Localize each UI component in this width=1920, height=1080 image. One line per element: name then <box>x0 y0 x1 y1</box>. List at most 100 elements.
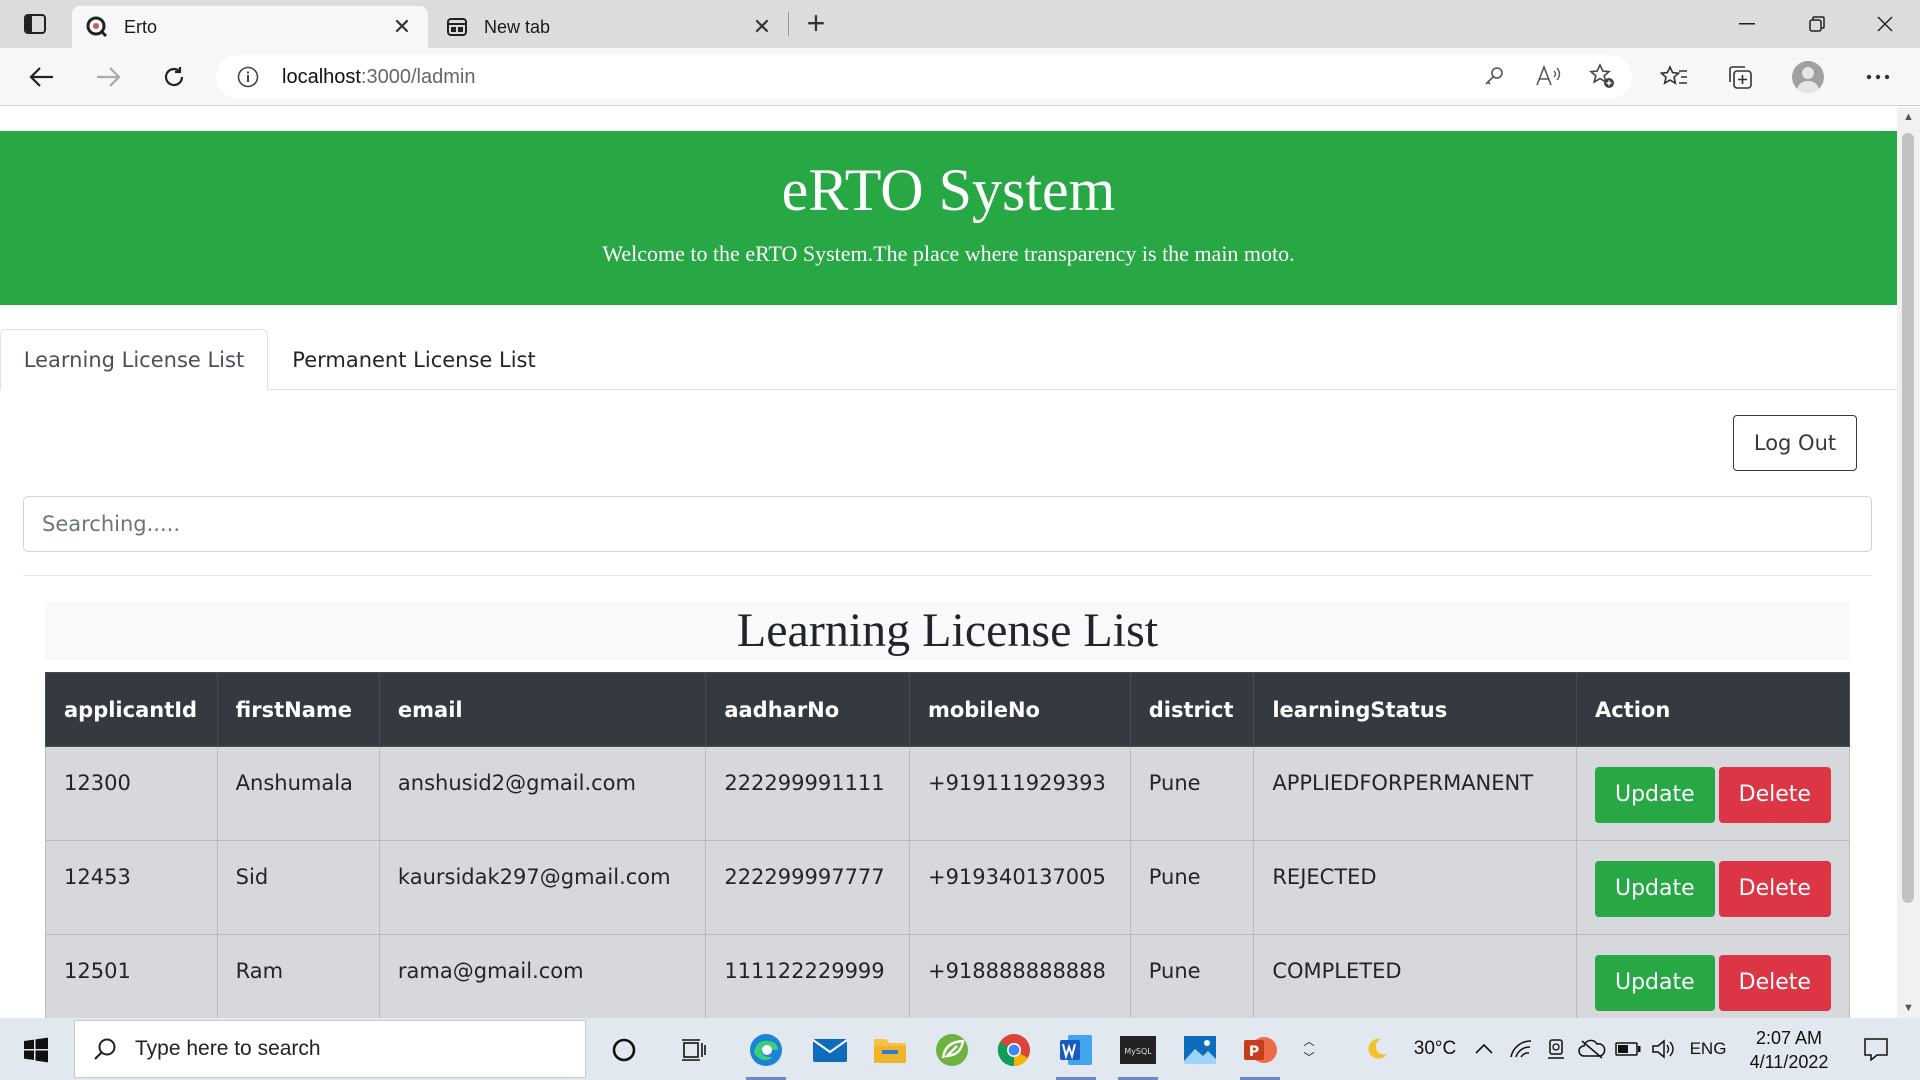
browser-tab-erto[interactable]: Erto ✕ <box>72 6 428 48</box>
cell-email: kaursidak297@gmail.com <box>378 840 707 935</box>
forward-arrow-icon[interactable] <box>88 58 128 96</box>
url-path: :3000/ladmin <box>360 65 476 88</box>
scrollbar-thumb[interactable] <box>1902 133 1914 903</box>
url-host: localhost <box>282 65 361 88</box>
edge-browser-icon[interactable] <box>742 1026 790 1080</box>
browser-toolbar: localhost:3000/ladmin <box>0 48 1920 106</box>
page-subtitle: Welcome to the eRTO System.The place whe… <box>602 241 1295 266</box>
cell-aadharno: 222299991111 <box>705 746 910 841</box>
onedrive-offline-icon[interactable] <box>1578 1032 1606 1066</box>
table-title: Learning License List <box>45 602 1850 660</box>
wifi-icon[interactable] <box>1508 1032 1534 1066</box>
volume-icon[interactable] <box>1650 1032 1676 1066</box>
tab-title: Erto <box>124 16 158 37</box>
cell-district: Pune <box>1129 840 1255 935</box>
close-tab-icon[interactable]: ✕ <box>390 14 414 40</box>
meet-now-icon[interactable] <box>1544 1032 1568 1066</box>
favorites-icon[interactable] <box>1654 58 1694 96</box>
profile-avatar-icon[interactable] <box>1788 58 1828 96</box>
erto-favicon-icon <box>86 16 108 38</box>
cell-action: Update Delete <box>1575 934 1851 1018</box>
language-indicator[interactable]: ENG <box>1684 1032 1732 1066</box>
tab-permanent-license-list[interactable]: Permanent License List <box>268 329 560 390</box>
tab-title: New tab <box>484 16 551 37</box>
cell-learningstatus: APPLIEDFORPERMANENT <box>1253 746 1577 841</box>
cell-email: anshusid2@gmail.com <box>378 746 707 841</box>
column-header-mobileno: mobileNo <box>908 672 1131 747</box>
cell-firstname: Ram <box>216 934 380 1018</box>
task-view-icon[interactable] <box>670 1026 718 1074</box>
word-icon[interactable] <box>1052 1026 1100 1080</box>
taskbar-scroll-arrows-icon[interactable]: ︿ ﹀ <box>1298 1024 1320 1074</box>
collections-icon[interactable] <box>1720 58 1760 96</box>
browser-tab-new-tab[interactable]: New tab ✕ <box>432 6 788 48</box>
battery-icon[interactable] <box>1614 1032 1642 1066</box>
new-tab-page-icon <box>446 16 468 38</box>
taskbar-search-box[interactable]: Type here to search <box>74 1020 586 1078</box>
cell-learningstatus: REJECTED <box>1253 840 1577 935</box>
cell-firstname: Anshumala <box>216 746 380 841</box>
page-scrollbar[interactable]: ▲ ▼ <box>1897 107 1920 1018</box>
page-viewport: eRTO System Welcome to the eRTO System.T… <box>0 107 1897 1018</box>
cell-mobileno: +919111929393 <box>908 746 1131 841</box>
back-arrow-icon[interactable] <box>22 58 62 96</box>
read-aloud-icon[interactable] <box>1530 58 1566 94</box>
site-info-icon[interactable] <box>236 65 260 89</box>
cell-district: Pune <box>1129 934 1255 1018</box>
show-hidden-icons-chevron-icon[interactable] <box>1472 1032 1496 1066</box>
taskbar-search-placeholder: Type here to search <box>135 1037 321 1060</box>
browser-tab-strip: Erto ✕ New tab ✕ + <box>0 0 1920 48</box>
windows-start-icon[interactable] <box>14 1034 58 1066</box>
column-header-email: email <box>378 672 707 747</box>
spring-tool-icon[interactable] <box>928 1026 976 1074</box>
close-tab-icon[interactable]: ✕ <box>750 14 774 40</box>
update-button[interactable]: Update <box>1594 767 1715 823</box>
taskbar-clock[interactable]: 2:07 AM 4/11/2022 <box>1734 1026 1844 1074</box>
column-header-action: Action <box>1575 672 1851 747</box>
key-icon[interactable] <box>1476 58 1512 94</box>
table-row: 12453 Sid kaursidak297@gmail.com 2222999… <box>45 840 1851 935</box>
file-explorer-icon[interactable] <box>866 1026 914 1074</box>
divider <box>23 575 1872 576</box>
search-icon <box>91 1035 119 1063</box>
delete-button[interactable]: Delete <box>1718 767 1831 823</box>
photos-icon[interactable] <box>1176 1026 1224 1074</box>
new-tab-plus-icon[interactable]: + <box>798 6 834 42</box>
tab-actions-icon[interactable] <box>18 10 52 38</box>
address-bar[interactable]: localhost:3000/ladmin <box>216 55 1632 99</box>
scroll-up-arrow-icon[interactable]: ▲ <box>1903 111 1914 123</box>
chrome-icon[interactable] <box>990 1026 1038 1074</box>
clock-date: 4/11/2022 <box>1749 1052 1829 1072</box>
restore-icon[interactable] <box>1792 8 1842 40</box>
delete-button[interactable]: Delete <box>1718 861 1831 917</box>
column-header-firstname: firstName <box>216 672 380 747</box>
add-favorite-star-icon[interactable] <box>1584 58 1620 94</box>
close-window-icon[interactable] <box>1860 8 1910 40</box>
mysql-shell-icon[interactable]: MySQL <box>1114 1026 1162 1080</box>
update-button[interactable]: Update <box>1594 955 1715 1011</box>
mail-icon[interactable] <box>806 1026 854 1074</box>
column-header-applicantid: applicantId <box>45 672 218 747</box>
reload-icon[interactable] <box>154 58 194 96</box>
cell-mobileno: +919340137005 <box>908 840 1131 935</box>
search-input[interactable] <box>23 496 1872 552</box>
cell-action: Update Delete <box>1575 840 1851 935</box>
svg-text:P: P <box>1249 1044 1259 1060</box>
header-banner: eRTO System Welcome to the eRTO System.T… <box>0 131 1897 305</box>
weather-moon-icon[interactable] <box>1358 1032 1396 1066</box>
scroll-down-arrow-icon[interactable]: ▼ <box>1903 1002 1914 1014</box>
cortana-icon[interactable] <box>600 1026 648 1074</box>
logout-button[interactable]: Log Out <box>1733 415 1857 471</box>
update-button[interactable]: Update <box>1594 861 1715 917</box>
clock-time: 2:07 AM <box>1755 1028 1823 1048</box>
delete-button[interactable]: Delete <box>1718 955 1831 1011</box>
notifications-icon[interactable] <box>1856 1032 1896 1066</box>
cell-aadharno: 111122229999 <box>705 934 910 1018</box>
url-text: localhost:3000/ladmin <box>282 66 475 89</box>
weather-temperature[interactable]: 30°C <box>1400 1032 1470 1066</box>
column-header-aadharno: aadharNo <box>705 672 910 747</box>
tab-learning-license-list[interactable]: Learning License List <box>0 329 268 390</box>
powerpoint-icon[interactable]: P <box>1236 1026 1284 1080</box>
settings-more-icon[interactable] <box>1858 58 1898 96</box>
minimize-icon[interactable] <box>1722 8 1772 40</box>
